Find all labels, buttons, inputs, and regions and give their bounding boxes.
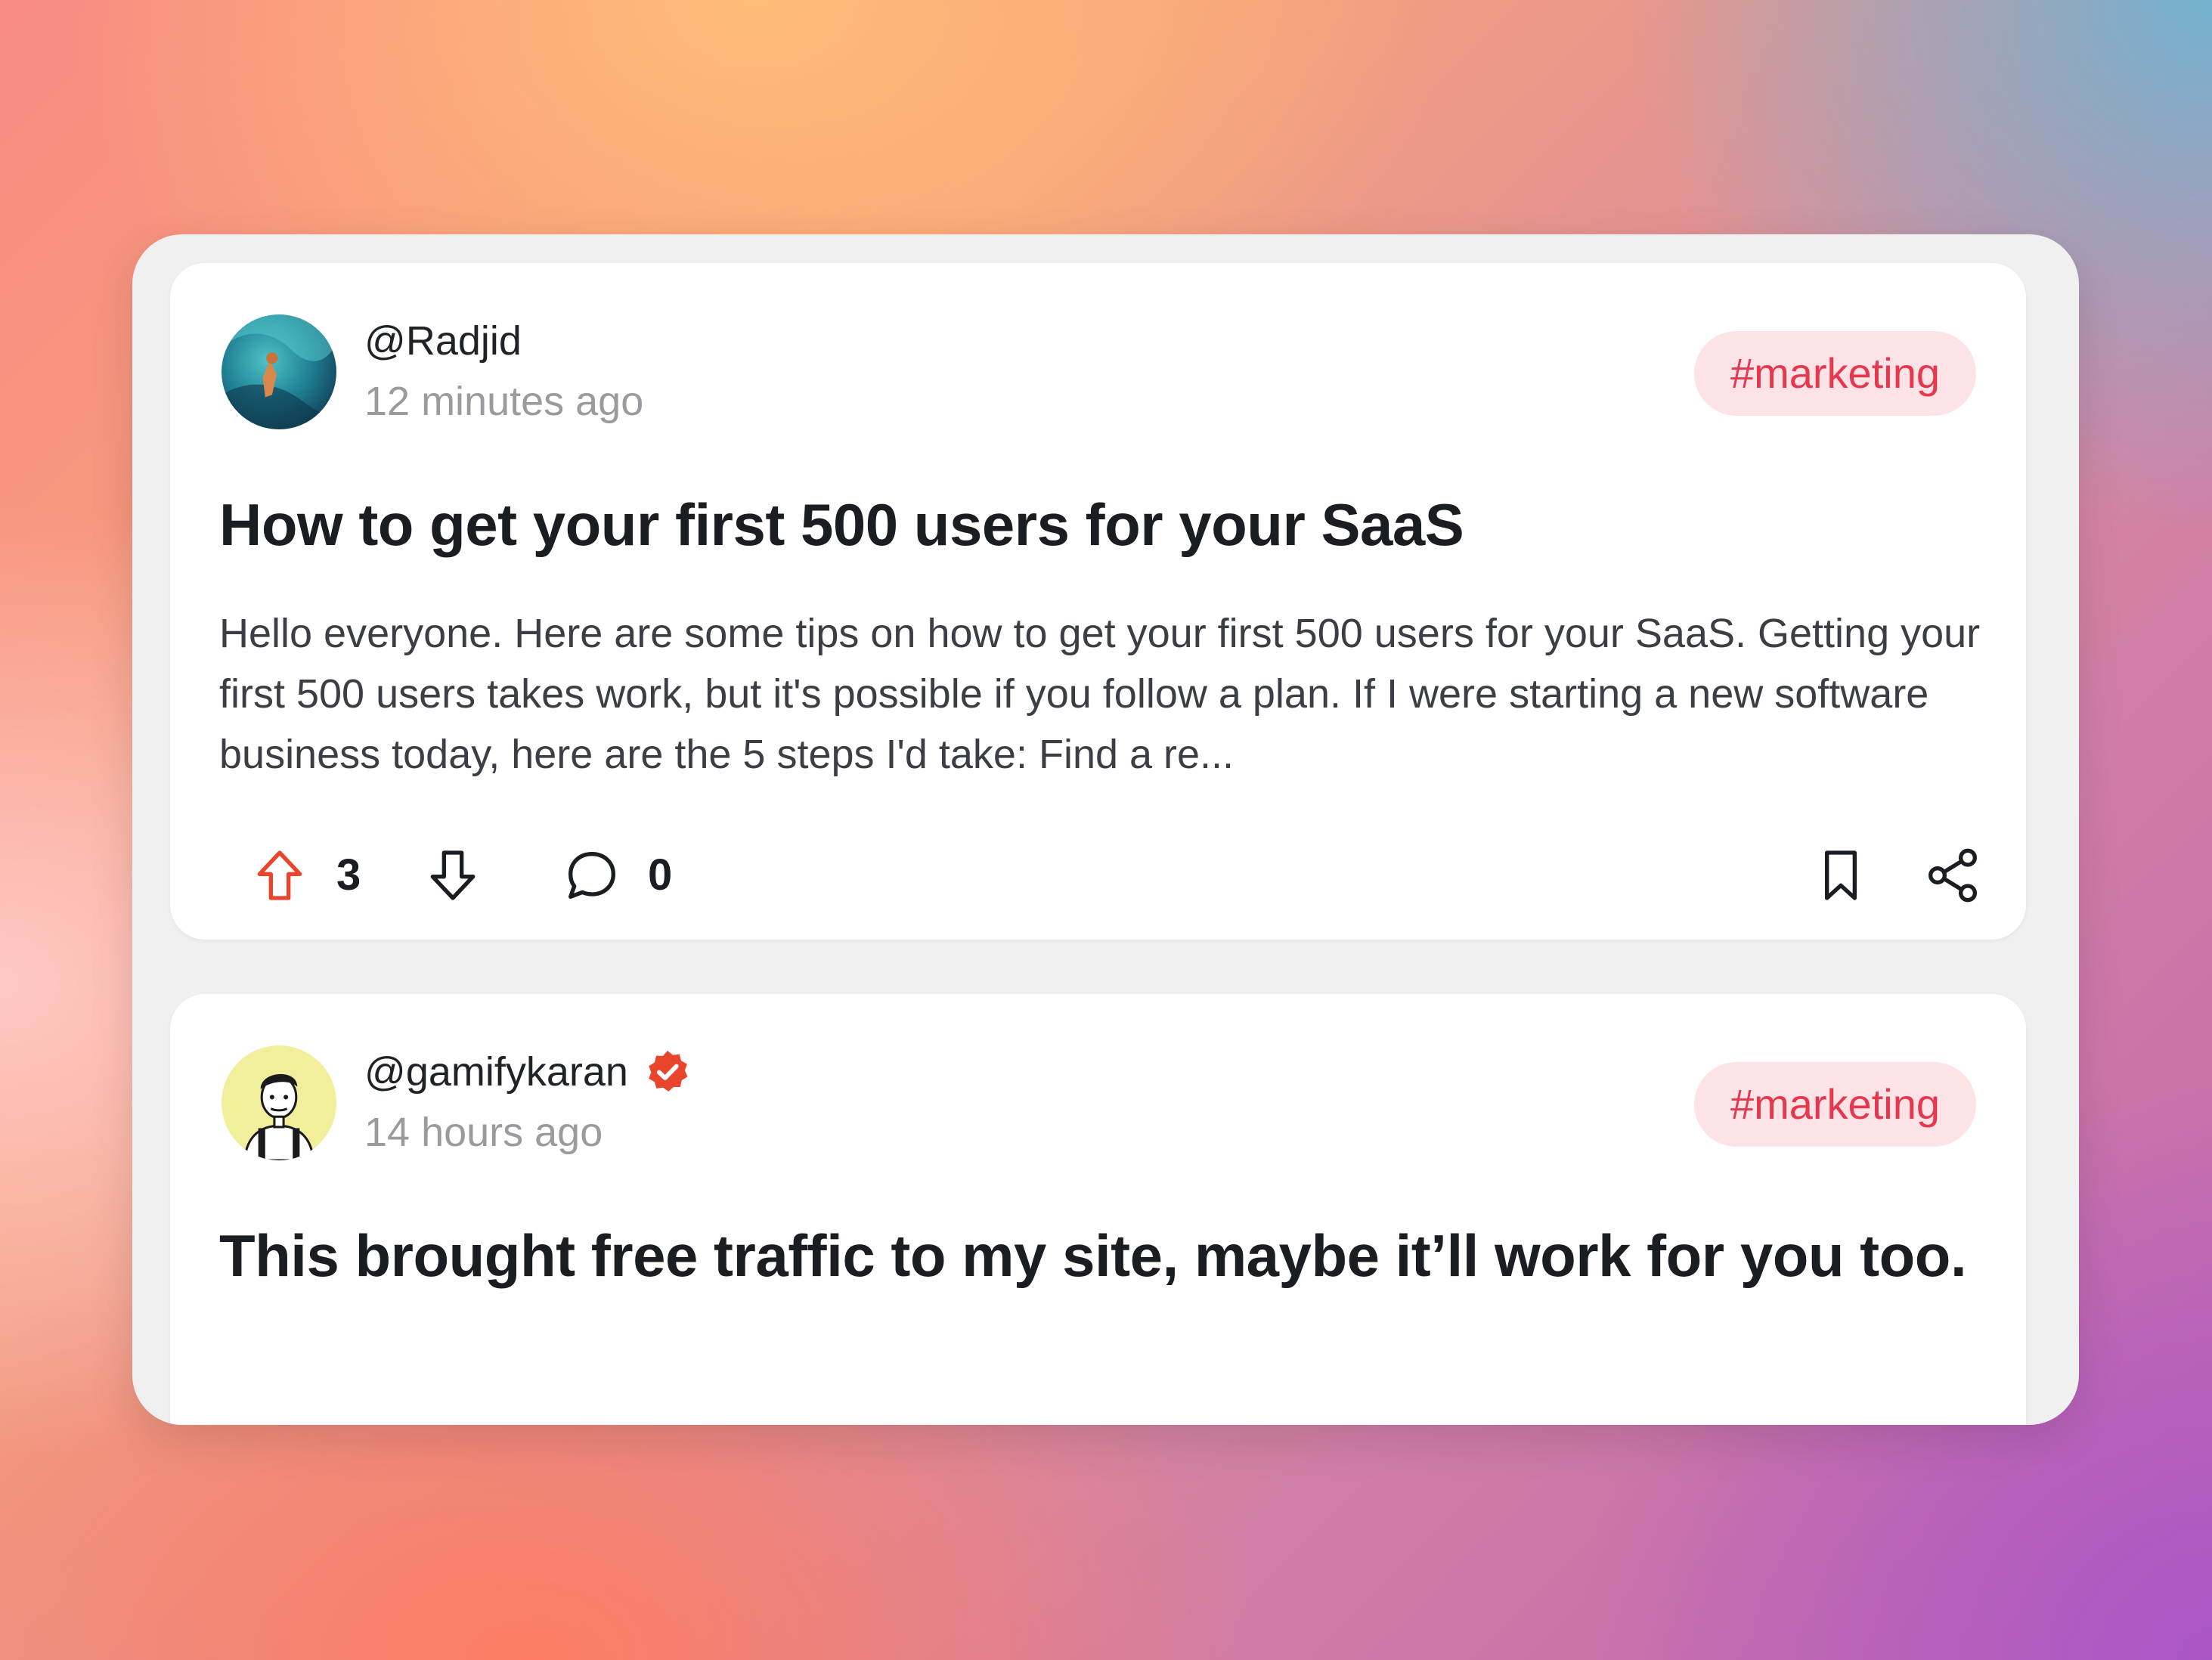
- downvote-button[interactable]: [423, 838, 483, 913]
- post-time: 12 minutes ago: [364, 379, 644, 424]
- comment-button[interactable]: [562, 838, 622, 913]
- avatar-image: [222, 314, 336, 429]
- avatar[interactable]: [222, 314, 336, 429]
- share-icon: [1929, 848, 1977, 903]
- post-card[interactable]: @gamifykaran 14 hours ago #marketing Thi…: [170, 994, 2026, 1425]
- bookmark-button[interactable]: [1811, 838, 1871, 913]
- post-time: 14 hours ago: [364, 1110, 603, 1155]
- username[interactable]: @Radjid: [364, 314, 522, 367]
- upvote-count: 3: [336, 850, 361, 900]
- downvote-icon: [430, 850, 476, 900]
- upvote-icon: [257, 850, 302, 900]
- bookmark-icon: [1825, 850, 1857, 900]
- share-button[interactable]: [1922, 838, 1983, 913]
- tag-badge[interactable]: #marketing: [1693, 331, 1976, 416]
- post-excerpt: Hello everyone. Here are some tips on ho…: [219, 611, 1981, 777]
- post-title[interactable]: This brought free traffic to my site, ma…: [219, 1213, 1981, 1298]
- tag-badge[interactable]: #marketing: [1693, 1062, 1976, 1147]
- post-actions: 3 0: [215, 838, 1981, 913]
- verified-icon: [643, 1048, 692, 1096]
- upvote-button[interactable]: [249, 838, 310, 913]
- post-card[interactable]: @Radjid 12 minutes ago #marketing How to…: [170, 263, 2026, 940]
- username[interactable]: @gamifykaran: [364, 1045, 692, 1098]
- avatar-image: [222, 1045, 336, 1160]
- post-title[interactable]: How to get your first 500 users for your…: [219, 482, 1981, 567]
- comment-icon: [568, 852, 615, 899]
- username-text: @gamifykaran: [364, 1049, 628, 1095]
- comment-count: 0: [648, 850, 673, 900]
- feed-panel: @Radjid 12 minutes ago #marketing How to…: [132, 234, 2079, 1425]
- avatar[interactable]: [222, 1045, 336, 1160]
